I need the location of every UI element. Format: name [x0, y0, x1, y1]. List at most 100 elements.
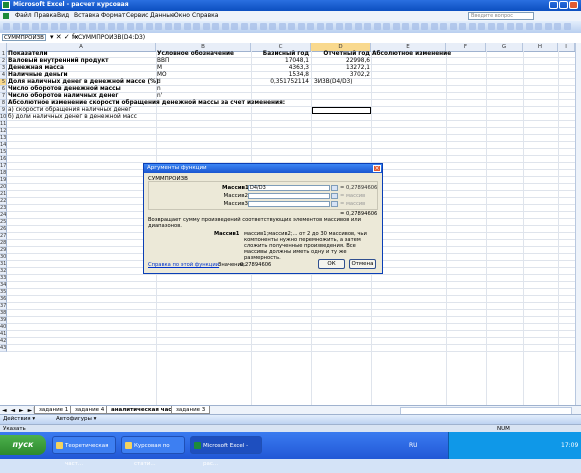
sheet-tab[interactable]: задание 1 [34, 406, 74, 414]
toolbar-button[interactable] [392, 23, 400, 30]
toolbar-button[interactable] [88, 23, 96, 30]
sheet-tab[interactable]: задание 3 [171, 406, 211, 414]
row-header[interactable]: 30 [0, 254, 7, 261]
cell-a10[interactable]: б) доли наличных денег в денежной масс [8, 114, 137, 121]
cell-a8[interactable]: Абсолютное изменение скорости обращения … [8, 100, 285, 107]
toolbar-button[interactable] [69, 23, 77, 30]
row-header[interactable]: 38 [0, 310, 7, 317]
toolbar-button[interactable] [516, 23, 523, 30]
toolbar-button[interactable] [525, 23, 533, 30]
toolbar-button[interactable] [240, 23, 248, 30]
taskbar-item[interactable]: Теоретическая част... [52, 436, 116, 467]
toolbar-button[interactable] [41, 23, 48, 30]
row-header[interactable]: 21 [0, 191, 7, 198]
column-header[interactable]: F [446, 43, 486, 51]
toolbar-button[interactable] [326, 23, 333, 30]
cell-c1[interactable]: Базисный год [251, 51, 309, 58]
row-header[interactable]: 32 [0, 268, 7, 275]
toolbar-button[interactable] [449, 23, 457, 30]
cell-b1[interactable]: Условное обозначение [157, 51, 234, 58]
row-header[interactable]: 8 [0, 100, 7, 107]
toolbar-button[interactable] [345, 23, 352, 30]
arg2-input[interactable] [248, 193, 330, 199]
row-header[interactable]: 36 [0, 296, 7, 303]
row-header[interactable]: 31 [0, 261, 7, 268]
row-header[interactable]: 18 [0, 170, 7, 177]
toolbar-button[interactable] [12, 23, 20, 30]
cell-e1[interactable]: Абсолютное изменение [372, 51, 451, 58]
toolbar-button[interactable] [468, 23, 476, 30]
row-header[interactable]: 17 [0, 163, 7, 170]
toolbar-button[interactable] [107, 23, 115, 30]
row-header[interactable]: 14 [0, 142, 7, 149]
row-header[interactable]: 3 [0, 65, 7, 72]
row-header[interactable]: 12 [0, 128, 7, 135]
autoshapes-menu[interactable]: Автофигуры ▾ [56, 416, 96, 422]
sheet-tab[interactable]: задание 4 [70, 406, 110, 414]
row-header[interactable]: 13 [0, 135, 7, 142]
arg1-input[interactable]: D4/D3 [248, 185, 330, 191]
column-header[interactable]: G [486, 43, 523, 51]
ok-button[interactable]: ОК [318, 259, 345, 269]
taskbar-item[interactable]: Курсовая по стати... [121, 436, 185, 467]
cell-a7[interactable]: Число оборотов наличных денег [8, 93, 118, 100]
toolbar-button[interactable] [544, 23, 552, 30]
select-all-corner[interactable] [0, 43, 7, 51]
row-header[interactable]: 33 [0, 275, 7, 282]
row-header[interactable]: 34 [0, 282, 7, 289]
menu-view[interactable]: Вид [57, 12, 69, 19]
row-header[interactable]: 7 [0, 93, 7, 100]
toolbar-button[interactable] [497, 23, 504, 30]
formula-input[interactable]: =СУММПРОИЗВ(D4:D3) [73, 34, 145, 42]
maximize-button[interactable] [559, 1, 568, 9]
cell-b5[interactable]: d [157, 79, 161, 86]
cell-d7[interactable] [312, 93, 370, 100]
toolbar-button[interactable] [174, 23, 181, 30]
toolbar-button[interactable] [373, 23, 381, 30]
row-header[interactable]: 42 [0, 338, 7, 345]
toolbar-button[interactable] [50, 23, 58, 30]
row-header[interactable]: 26 [0, 226, 7, 233]
column-header[interactable]: I [558, 43, 575, 51]
menu-file[interactable]: Файл [15, 12, 32, 19]
cancel-button[interactable]: Отмена [349, 259, 376, 269]
name-box[interactable]: СУММПРОИЗВ [2, 34, 46, 41]
cell-b7[interactable]: n' [157, 93, 162, 100]
menu-insert[interactable]: Вставка [74, 12, 99, 19]
toolbar-button[interactable] [31, 23, 39, 30]
toolbar-button[interactable] [307, 23, 314, 30]
cell-c6[interactable] [251, 86, 309, 93]
column-header[interactable]: C [251, 43, 311, 51]
toolbar-button[interactable] [250, 23, 257, 30]
row-header[interactable]: 24 [0, 212, 7, 219]
help-search-input[interactable]: Введите вопрос [468, 12, 534, 20]
toolbar-button[interactable] [411, 23, 419, 30]
row-header[interactable]: 40 [0, 324, 7, 331]
collapse-dialog-button[interactable] [331, 185, 338, 191]
collapse-dialog-button[interactable] [331, 193, 338, 199]
toolbar-button[interactable] [259, 23, 267, 30]
cell-c2[interactable]: 17048,1 [251, 58, 309, 65]
row-header[interactable]: 5 [0, 79, 7, 86]
row-header[interactable]: 10 [0, 114, 7, 121]
row-header[interactable]: 35 [0, 289, 7, 296]
cell-c7[interactable] [251, 93, 309, 100]
cell-c4[interactable]: 1534,8 [251, 72, 309, 79]
taskbar-item-active[interactable]: Microsoft Excel - рас... [190, 436, 262, 467]
toolbar-button[interactable] [269, 23, 276, 30]
toolbar-button[interactable] [136, 23, 143, 30]
toolbar-button[interactable] [212, 23, 219, 30]
toolbar-button[interactable] [22, 23, 29, 30]
menu-edit[interactable]: Правка [34, 12, 57, 19]
row-header[interactable]: 27 [0, 233, 7, 240]
help-link[interactable]: Справка по этой функции [148, 262, 219, 268]
row-header[interactable]: 20 [0, 184, 7, 191]
close-button[interactable] [569, 1, 578, 9]
cell-a3[interactable]: Денежная масса [8, 65, 64, 72]
dialog-close-button[interactable]: × [373, 165, 381, 172]
cell-c10[interactable] [251, 114, 309, 121]
toolbar-button[interactable] [126, 23, 134, 30]
actions-menu[interactable]: Действия ▾ [3, 416, 35, 422]
toolbar-button[interactable] [278, 23, 286, 30]
column-header[interactable]: E [371, 43, 446, 51]
